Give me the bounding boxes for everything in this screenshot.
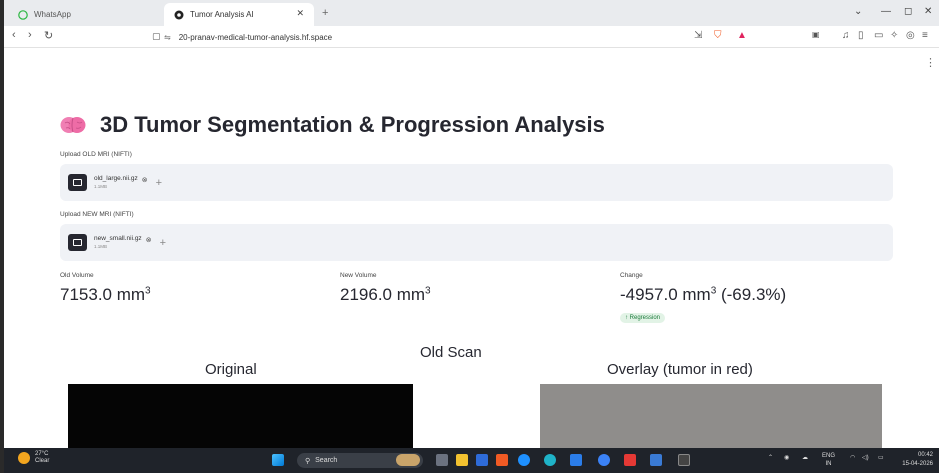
- metric-value: -4957.0 mm3 (-69.3%): [620, 285, 787, 304]
- sidebar-icon[interactable]: ▯: [858, 30, 864, 41]
- tray-app-icon[interactable]: ◉: [784, 454, 789, 461]
- original-scan-image: [68, 384, 413, 448]
- new-mri-label: Upload NEW MRI (NIFTI): [60, 211, 134, 218]
- clock-date: 15-04-2026: [902, 461, 933, 467]
- browser-tab-strip: WhatsApp Tumor Analysis AI ✕ + ⌄ — ◻ ✕: [4, 0, 939, 26]
- tab-label: WhatsApp: [34, 10, 71, 19]
- tab-whatsapp[interactable]: WhatsApp: [10, 3, 160, 26]
- brave-shields-icon[interactable]: ⛉: [714, 30, 722, 41]
- address-bar[interactable]: ⇋ 20-pranav-medical-tumor-analysis.hf.sp…: [164, 29, 754, 46]
- metric-change: Change -4957.0 mm3 (-69.3%) ↑ Regression: [620, 272, 786, 324]
- region-code: IN: [825, 461, 832, 467]
- original-panel-title: Original: [205, 361, 257, 378]
- app-icon-blue[interactable]: [650, 454, 662, 466]
- store-icon[interactable]: [476, 454, 488, 466]
- app-menu-icon[interactable]: ⋮: [925, 56, 936, 69]
- overlay-scan-image: [540, 384, 882, 448]
- brave-icon[interactable]: [496, 454, 508, 466]
- old-file-size: 1.1MB: [94, 183, 108, 189]
- minimize-icon[interactable]: —: [881, 6, 891, 17]
- new-mri-uploader[interactable]: new_small.nii.gz 1.1MB ⊗ +: [60, 224, 893, 261]
- metric-label: Old Volume: [60, 272, 94, 279]
- new-file-size: 1.1MB: [94, 243, 108, 249]
- tab-tumor-analysis[interactable]: Tumor Analysis AI ✕: [164, 3, 314, 26]
- task-view-icon[interactable]: [436, 454, 448, 466]
- clock-time: 00:42: [917, 452, 933, 458]
- tray-chevron-icon[interactable]: ⌃: [768, 454, 773, 461]
- terminal-icon[interactable]: [678, 454, 690, 466]
- tab-label: Tumor Analysis AI: [190, 10, 254, 19]
- new-file-name: new_small.nii.gz: [94, 234, 142, 242]
- tab-groups-icon[interactable]: ▭: [874, 30, 883, 41]
- menu-icon[interactable]: ≡: [922, 30, 928, 41]
- clock[interactable]: 00:42 15-04-2026: [902, 451, 933, 469]
- new-tab-icon[interactable]: +: [322, 7, 328, 19]
- wifi-icon[interactable]: ◠: [850, 454, 855, 461]
- maximize-icon[interactable]: ◻: [904, 6, 912, 17]
- app-icon[interactable]: [570, 454, 582, 466]
- old-file-name: old_large.nii.gz: [94, 174, 138, 182]
- help-icon[interactable]: [598, 454, 610, 466]
- reload-icon[interactable]: ↻: [44, 29, 53, 42]
- battery-icon[interactable]: ▭: [878, 454, 884, 461]
- folder-icon: [68, 174, 87, 191]
- tab-favicon-icon: [174, 10, 184, 20]
- reader-mode-icon[interactable]: ▣: [812, 30, 820, 39]
- brave-rewards-icon[interactable]: ▲: [737, 30, 747, 41]
- close-window-icon[interactable]: ✕: [924, 6, 932, 17]
- windows-taskbar: 27°C Clear ⚲ Search ⌃ ◉ ☁ ENG IN ◠ ◁) ▭ …: [4, 448, 939, 473]
- forward-icon[interactable]: ›: [28, 29, 32, 41]
- media-icon[interactable]: ♫: [842, 30, 850, 41]
- url-text: 20-pranav-medical-tumor-analysis.hf.spac…: [178, 33, 333, 42]
- page-title: 3D Tumor Segmentation & Progression Anal…: [60, 112, 605, 138]
- add-file-icon[interactable]: +: [156, 177, 162, 189]
- new-file-chip: new_small.nii.gz 1.1MB ⊗ +: [68, 234, 166, 251]
- weather-desc: Clear: [35, 458, 50, 464]
- browser-toolbar: ‹ › ↻ ▢ ⇋ 20-pranav-medical-tumor-analys…: [4, 26, 939, 48]
- edge-icon[interactable]: [544, 454, 556, 466]
- weather-temp: 27°C: [35, 451, 49, 457]
- tab-search-chevron-icon[interactable]: ⌄: [854, 6, 862, 17]
- whatsapp-icon: [18, 9, 28, 20]
- metric-old-volume: Old Volume 7153.0 mm3: [60, 272, 151, 305]
- brain-icon: [60, 117, 86, 133]
- widgets-icon[interactable]: [396, 454, 420, 466]
- language-code: ENG: [822, 453, 836, 459]
- search-placeholder: Search: [315, 457, 338, 464]
- extensions-icon[interactable]: ✧: [890, 30, 898, 41]
- chrome-icon[interactable]: [518, 454, 530, 466]
- add-file-icon[interactable]: +: [160, 237, 166, 249]
- bookmark-icon[interactable]: ▢: [152, 31, 161, 42]
- search-icon: ⚲: [305, 457, 311, 465]
- share-icon[interactable]: ⇲: [694, 30, 702, 41]
- metric-new-volume: New Volume 2196.0 mm3: [340, 272, 431, 305]
- volume-icon[interactable]: ◁): [862, 454, 869, 461]
- tray-cloud-icon[interactable]: ☁: [802, 454, 808, 461]
- metric-label: Change: [620, 272, 643, 279]
- folder-icon: [68, 234, 87, 251]
- wallet-icon[interactable]: ◎: [906, 30, 915, 41]
- old-mri-label: Upload OLD MRI (NIFTI): [60, 151, 132, 158]
- remove-file-icon[interactable]: ⊗: [146, 236, 152, 244]
- old-mri-uploader[interactable]: old_large.nii.gz 1.1MB ⊗ +: [60, 164, 893, 201]
- start-icon[interactable]: [272, 454, 284, 466]
- remove-file-icon[interactable]: ⊗: [142, 176, 148, 184]
- language-indicator[interactable]: ENG IN: [822, 452, 835, 468]
- metric-label: New Volume: [340, 272, 377, 279]
- page-heading: 3D Tumor Segmentation & Progression Anal…: [100, 112, 605, 137]
- weather-widget[interactable]: 27°C Clear: [18, 451, 49, 465]
- site-settings-icon[interactable]: ⇋: [164, 33, 171, 42]
- file-explorer-icon[interactable]: [456, 454, 468, 466]
- metric-value: 7153.0 mm3: [60, 285, 151, 304]
- app-icon-red[interactable]: [624, 454, 636, 466]
- old-file-chip: old_large.nii.gz 1.1MB ⊗ +: [68, 174, 162, 191]
- back-icon[interactable]: ‹: [12, 29, 16, 41]
- sun-icon: [18, 452, 30, 464]
- metric-value: 2196.0 mm3: [340, 285, 431, 304]
- scan-heading: Old Scan: [420, 344, 482, 361]
- overlay-panel-title: Overlay (tumor in red): [607, 361, 753, 378]
- close-tab-icon[interactable]: ✕: [296, 8, 304, 19]
- delta-badge: ↑ Regression: [620, 313, 666, 323]
